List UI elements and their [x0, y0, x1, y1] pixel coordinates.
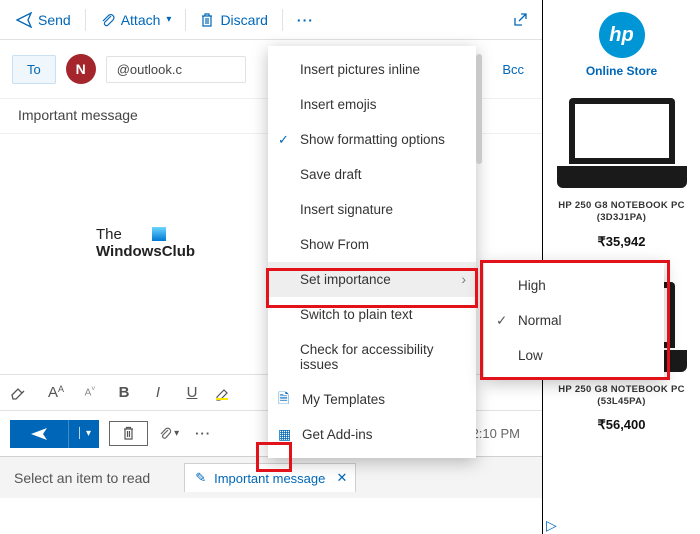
chevron-down-icon: ▾ [174, 428, 179, 439]
send-icon [16, 12, 32, 28]
menu-accessibility-check[interactable]: Check for accessibility issues [268, 332, 476, 382]
menu-show-formatting[interactable]: Show formatting options [268, 122, 476, 157]
more-actions-button[interactable]: ··· [289, 6, 322, 34]
more-actions-menu: Insert pictures inline Insert emojis Sho… [268, 46, 476, 458]
chevron-down-icon: ▾ [166, 14, 171, 25]
menu-insert-emojis[interactable]: Insert emojis [268, 87, 476, 122]
trash-icon [122, 426, 135, 441]
ad-product-name-1: HP 250 G8 NOTEBOOK PC (3D3J1PA) [549, 200, 694, 225]
importance-normal[interactable]: Normal [484, 303, 664, 338]
importance-submenu: High Normal Low [484, 262, 664, 379]
menu-insert-pictures[interactable]: Insert pictures inline [268, 52, 476, 87]
format-painter-icon[interactable] [10, 385, 34, 401]
logo-line1: The [96, 226, 122, 243]
bold-button[interactable]: B [112, 384, 136, 401]
attach-small-button[interactable]: ▾ [158, 426, 179, 442]
italic-button[interactable]: I [146, 384, 170, 401]
send-options-button[interactable]: │ ▾ [68, 420, 99, 448]
toolbar-separator [282, 9, 283, 31]
reading-pane-placeholder: Select an item to read [0, 470, 164, 486]
paperclip-icon [158, 426, 172, 442]
message-tab[interactable]: ✎ Important message ✕ [184, 463, 356, 492]
discard-label: Discard [220, 12, 267, 28]
paperclip-icon [100, 12, 115, 28]
compose-toolbar: Send Attach ▾ Discard ··· [0, 0, 542, 40]
hp-logo-icon[interactable]: hp [599, 12, 645, 58]
underline-button[interactable]: U [180, 384, 204, 401]
ad-product-price-1: ₹35,942 [597, 234, 645, 250]
chevron-right-icon: › [462, 272, 467, 287]
send-split-button: │ ▾ [10, 420, 99, 448]
popout-icon [512, 12, 528, 28]
font-increase-icon[interactable]: AA [44, 384, 68, 401]
pencil-icon: ✎ [195, 470, 206, 486]
discard-button[interactable]: Discard [192, 6, 275, 34]
addins-icon: ▦ [278, 426, 291, 443]
bottom-strip: Select an item to read ✎ Important messa… [0, 456, 542, 498]
highlight-button[interactable] [214, 385, 238, 401]
ad-choices-icon[interactable]: ▷ [546, 517, 557, 534]
ad-product-name-2: HP 250 G8 NOTEBOOK PC (53L45PA) [549, 384, 694, 409]
bcc-button[interactable]: Bcc [502, 62, 524, 77]
windowsclub-logo: The WindowsClub [96, 226, 195, 260]
send-button[interactable]: Send [8, 6, 79, 34]
popout-button[interactable] [506, 6, 534, 34]
menu-switch-plain-text[interactable]: Switch to plain text [268, 297, 476, 332]
recipient-chip[interactable]: @outlook.c [106, 56, 246, 83]
ad-product-image-1[interactable] [557, 98, 687, 188]
menu-my-templates[interactable]: 🗎 My Templates [268, 382, 476, 417]
send-now-button[interactable] [10, 420, 68, 448]
attach-button[interactable]: Attach ▾ [92, 6, 180, 34]
recipient-avatar: N [66, 54, 96, 84]
close-tab-button[interactable]: ✕ [336, 470, 347, 486]
templates-icon: 🗎 [278, 388, 289, 412]
trash-icon [200, 12, 214, 28]
menu-insert-signature[interactable]: Insert signature [268, 192, 476, 227]
discard-small-button[interactable] [109, 421, 148, 446]
menu-show-from[interactable]: Show From [268, 227, 476, 262]
menu-set-importance[interactable]: Set importance › [268, 262, 476, 297]
to-button[interactable]: To [12, 55, 56, 84]
menu-scrollbar[interactable] [476, 54, 482, 164]
more-small-button[interactable]: ··· [189, 422, 217, 445]
toolbar-separator [85, 9, 86, 31]
font-decrease-icon[interactable]: A˅ [78, 386, 102, 398]
ad-store-label: Online Store [586, 64, 657, 78]
toolbar-separator [185, 9, 186, 31]
ad-product-price-2: ₹56,400 [597, 417, 645, 433]
send-icon [30, 427, 48, 441]
importance-high[interactable]: High [484, 268, 664, 303]
attach-label: Attach [121, 12, 161, 28]
logo-square-icon [152, 227, 166, 241]
importance-low[interactable]: Low [484, 338, 664, 373]
logo-line2: WindowsClub [96, 243, 195, 260]
send-label: Send [38, 12, 71, 28]
message-tab-label: Important message [214, 471, 325, 486]
menu-my-templates-label: My Templates [302, 392, 385, 407]
menu-set-importance-label: Set importance [300, 272, 391, 287]
menu-get-addins[interactable]: ▦ Get Add-ins [268, 417, 476, 452]
menu-get-addins-label: Get Add-ins [302, 427, 373, 442]
menu-save-draft[interactable]: Save draft [268, 157, 476, 192]
